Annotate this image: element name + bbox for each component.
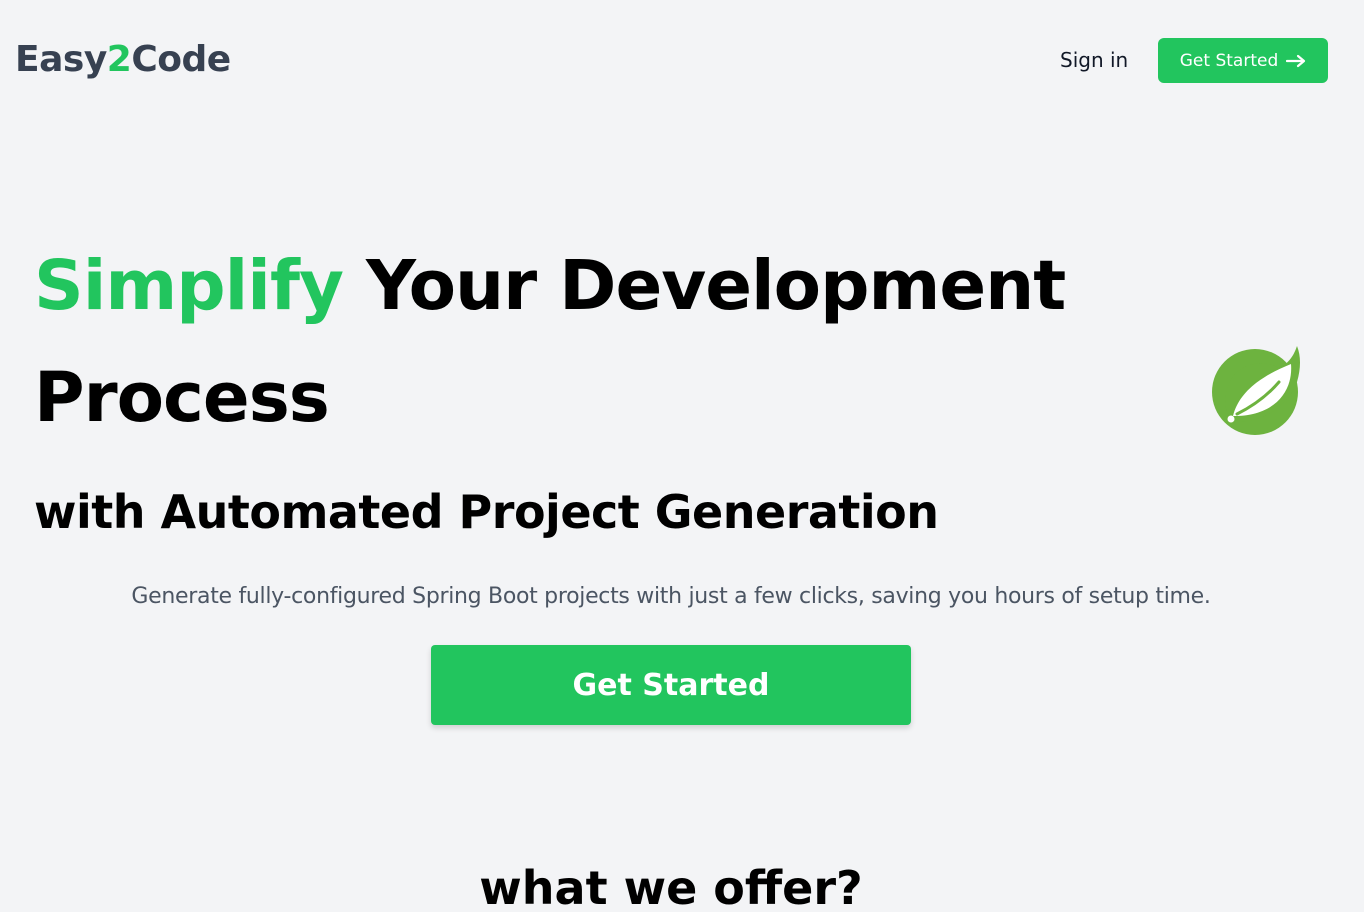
landing-page: Easy2Code Sign in Get Started Simplify Y… xyxy=(0,0,1364,912)
header-get-started-button[interactable]: Get Started xyxy=(1158,38,1328,83)
hero-title-accent: Simplify xyxy=(34,246,344,326)
hero-description: Generate fully-configured Spring Boot pr… xyxy=(131,584,1211,609)
hero-subtitle: with Automated Project Generation xyxy=(34,485,939,539)
logo-suffix: Code xyxy=(131,39,231,80)
logo-prefix: Easy xyxy=(15,39,107,80)
spring-leaf-icon xyxy=(1212,346,1300,435)
hero-title: Simplify Your Development xyxy=(34,240,1066,332)
hero-title-line2: Process xyxy=(34,358,330,438)
hero-get-started-label: Get Started xyxy=(572,667,770,703)
offer-section-title: what we offer? xyxy=(479,861,863,912)
hero-get-started-button[interactable]: Get Started xyxy=(431,645,911,725)
logo-accent: 2 xyxy=(106,39,132,80)
signin-link[interactable]: Sign in xyxy=(1060,46,1128,74)
brand-logo[interactable]: Easy2Code xyxy=(15,36,231,84)
arrow-right-icon xyxy=(1286,54,1306,67)
header-get-started-label: Get Started xyxy=(1179,50,1279,71)
hero-title-rest: Your Development xyxy=(365,246,1066,326)
